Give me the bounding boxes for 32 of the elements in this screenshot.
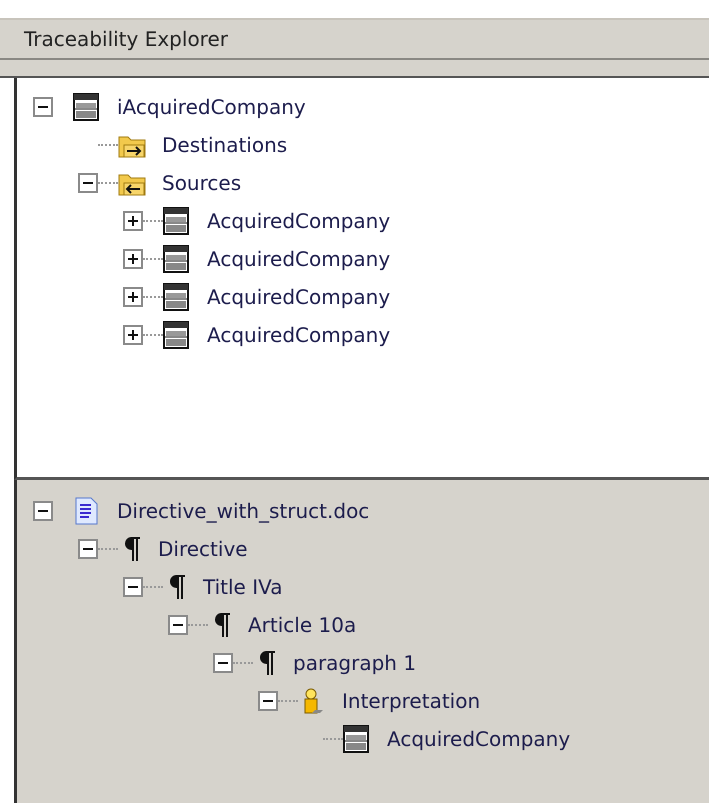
tree-item[interactable]: Article 10a: [248, 613, 356, 637]
tree-item[interactable]: AcquiredCompany: [207, 247, 390, 271]
tree-item[interactable]: AcquiredCompany: [207, 209, 390, 233]
expand-toggle[interactable]: [123, 211, 143, 231]
collapse-toggle[interactable]: [258, 691, 278, 711]
expand-toggle[interactable]: [123, 325, 143, 345]
tree-item[interactable]: AcquiredCompany: [387, 727, 570, 751]
tree-item[interactable]: Interpretation: [342, 689, 480, 713]
pilcrow-icon: [122, 535, 142, 563]
pilcrow-icon: [167, 573, 187, 601]
collapse-toggle[interactable]: [213, 653, 233, 673]
expand-toggle[interactable]: [123, 249, 143, 269]
pilcrow-icon: [212, 611, 232, 639]
collapse-toggle[interactable]: [78, 173, 98, 193]
tree-item[interactable]: AcquiredCompany: [207, 285, 390, 309]
tree-item[interactable]: iAcquiredCompany: [117, 95, 306, 119]
pilcrow-icon: [257, 649, 277, 677]
table-icon: [73, 93, 101, 121]
expand-toggle[interactable]: [123, 287, 143, 307]
tree-item[interactable]: Title IVa: [203, 575, 283, 599]
tree-item[interactable]: Directive: [158, 537, 248, 561]
collapse-toggle[interactable]: [33, 97, 53, 117]
tree-item[interactable]: Directive_with_struct.doc: [117, 499, 370, 523]
panel-title: Traceability Explorer: [24, 27, 228, 51]
collapse-toggle[interactable]: [123, 577, 143, 597]
tree-item[interactable]: Sources: [162, 171, 242, 195]
tree-item[interactable]: Destinations: [162, 133, 288, 157]
tree-item[interactable]: paragraph 1: [293, 651, 416, 675]
tree-item[interactable]: AcquiredCompany: [207, 323, 390, 347]
collapse-toggle[interactable]: [33, 501, 53, 521]
collapse-toggle[interactable]: [168, 615, 188, 635]
collapse-toggle[interactable]: [78, 539, 98, 559]
